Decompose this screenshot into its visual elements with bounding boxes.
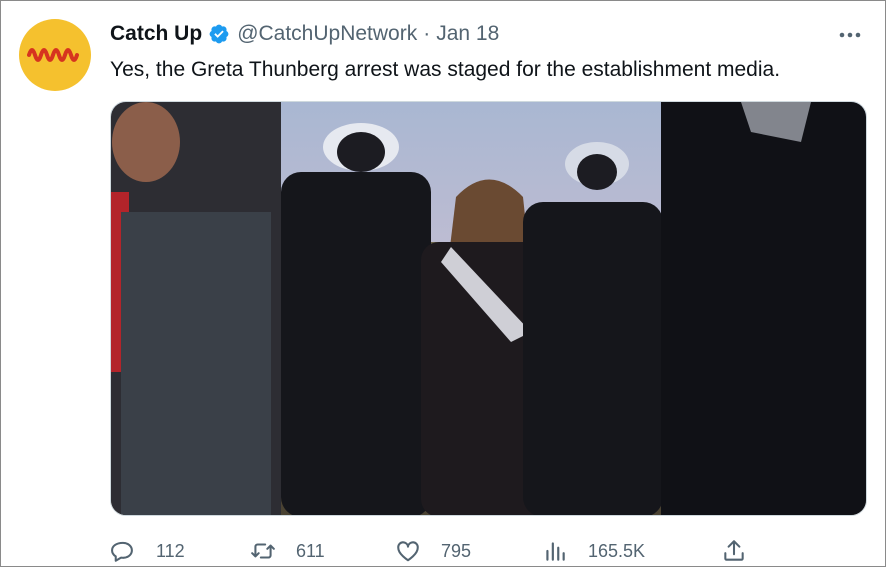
like-button[interactable]: 795 — [395, 535, 471, 567]
retweet-button[interactable]: 611 — [250, 535, 325, 567]
heart-icon — [397, 541, 419, 562]
reply-icon — [111, 541, 133, 562]
tweet-actions: 112 611 795 165.5K — [110, 535, 750, 567]
tweet-media-image[interactable] — [110, 101, 867, 516]
more-dots-icon[interactable] — [835, 23, 865, 47]
verified-badge-icon — [208, 23, 230, 45]
reply-count: 112 — [156, 540, 185, 561]
views-chart-icon — [546, 542, 565, 561]
views-count: 165.5K — [588, 540, 646, 561]
share-icon — [724, 540, 744, 561]
like-count: 795 — [441, 540, 472, 561]
tweet-card: Catch Up @CatchUpNetwork · Jan 18 Yes, t… — [0, 0, 886, 567]
media-photo — [111, 102, 866, 515]
tweet-text: Yes, the Greta Thunberg arrest was stage… — [110, 58, 781, 81]
reply-button[interactable]: 112 — [110, 535, 185, 567]
retweet-icon — [251, 543, 275, 559]
tweet-date[interactable]: Jan 18 — [436, 22, 499, 46]
avatar[interactable] — [19, 19, 91, 91]
author-handle[interactable]: @CatchUpNetwork — [237, 22, 417, 46]
wave-logo-icon — [27, 48, 79, 62]
share-button[interactable] — [721, 535, 747, 567]
author-name[interactable]: Catch Up — [110, 22, 202, 46]
header-separator: · — [423, 22, 431, 45]
views-button[interactable]: 165.5K — [542, 535, 645, 567]
tweet-header: Catch Up @CatchUpNetwork · Jan 18 — [110, 20, 499, 48]
retweet-count: 611 — [296, 540, 325, 561]
